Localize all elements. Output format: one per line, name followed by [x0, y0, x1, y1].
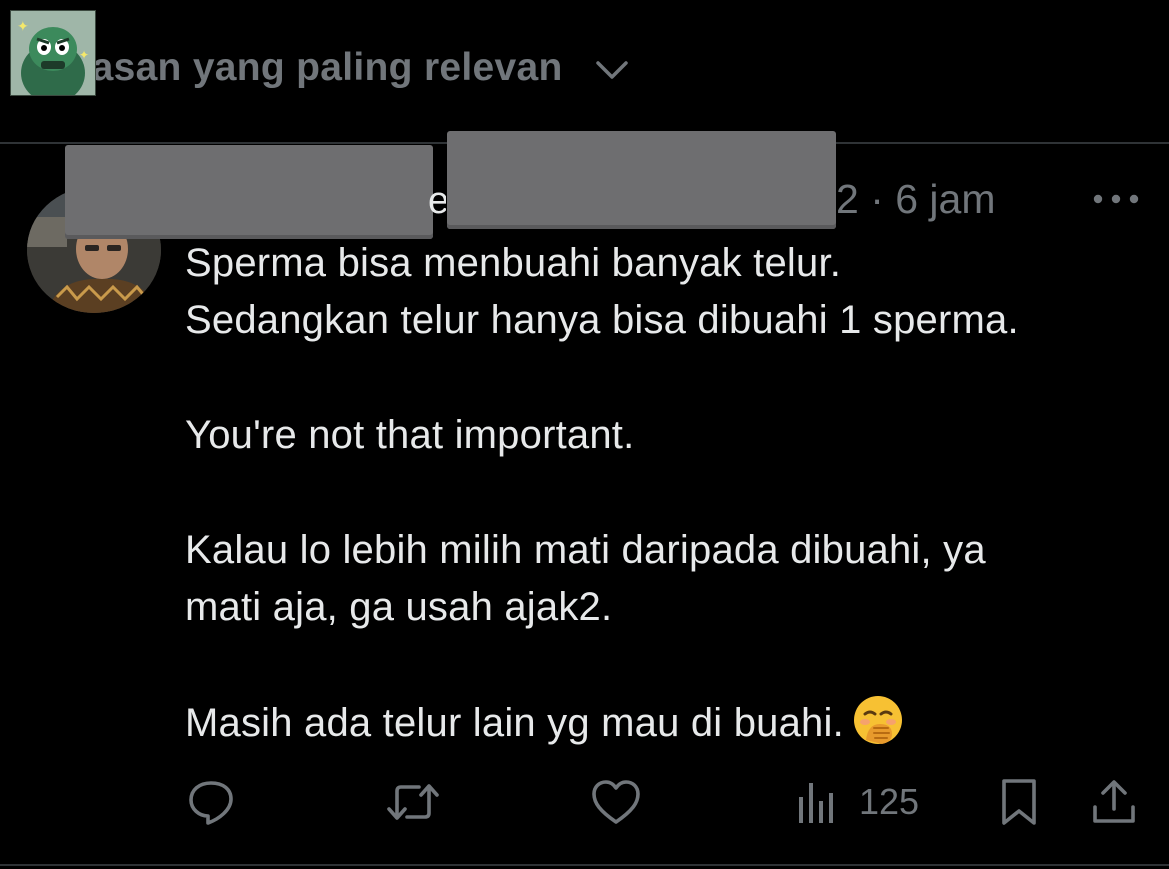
hand-over-mouth-emoji — [853, 696, 902, 744]
bookmark-icon — [1002, 779, 1036, 825]
post-line-last: Masih ada telur lain yg mau di buahi. — [185, 694, 1145, 752]
more-horizontal-icon[interactable] — [1092, 190, 1140, 208]
views-button[interactable]: 125 — [797, 776, 919, 828]
views-count: 125 — [859, 781, 920, 822]
post-body: Sperma bisa menbuahi banyak telur. Sedan… — [185, 235, 1145, 752]
sort-label[interactable]: Balasan yang paling relevan — [30, 46, 563, 90]
share-icon — [1093, 780, 1135, 823]
heart-icon — [592, 780, 640, 824]
post-timestamp: 2 · 6 jam — [836, 176, 996, 222]
bookmark-button[interactable] — [998, 776, 1040, 828]
post-line: You're not that important. — [185, 413, 635, 457]
sticker-image: ✦ ✦ — [10, 10, 96, 103]
redaction-box-handle — [447, 131, 836, 229]
like-button[interactable] — [590, 776, 642, 828]
svg-text:✦: ✦ — [17, 19, 29, 35]
reply-sort-header[interactable]: Balasan yang paling relevan — [0, 0, 1169, 142]
repost-button[interactable] — [385, 776, 441, 828]
post-line: Sperma bisa menbuahi banyak telur. — [185, 241, 842, 285]
views-icon — [799, 783, 833, 823]
chevron-down-icon[interactable] — [595, 56, 629, 84]
post-line: mati aja, ga usah ajak2. — [185, 585, 613, 629]
post-line: Kalau lo lebih milih mati daripada dibua… — [185, 528, 986, 572]
reply-button[interactable] — [186, 776, 236, 828]
repost-icon — [387, 784, 439, 820]
post-divider — [0, 864, 1169, 866]
post-line: Sedangkan telur hanya bisa dibuahi 1 spe… — [185, 298, 1019, 342]
redaction-box-name — [65, 145, 433, 239]
share-button[interactable] — [1090, 776, 1138, 828]
post-line: Masih ada telur lain yg mau di buahi. — [185, 701, 844, 745]
reply-icon — [189, 781, 233, 825]
svg-text:✦: ✦ — [79, 48, 89, 62]
author-name-fragment: e — [428, 180, 446, 222]
